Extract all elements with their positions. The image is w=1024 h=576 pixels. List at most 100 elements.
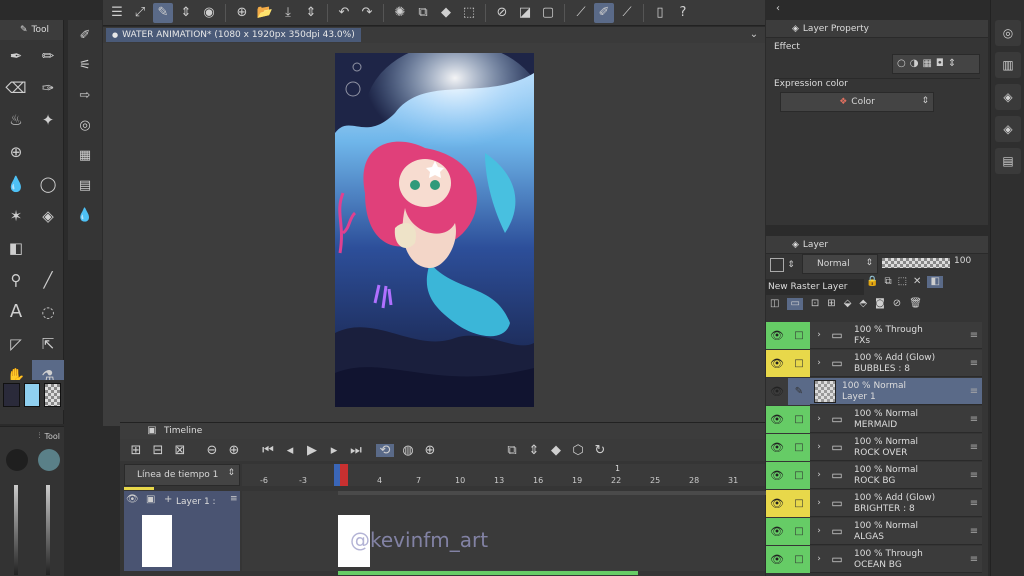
new-file-icon[interactable]: ⊕ xyxy=(232,3,252,23)
blend-mode-select[interactable]: Normal ⇕ xyxy=(802,254,878,274)
timeline-selector[interactable]: Línea de tiempo 1 ⇕ xyxy=(124,464,240,486)
brush-size-slider[interactable] xyxy=(14,485,18,575)
layer-menu-icon[interactable]: ≡ xyxy=(968,490,980,517)
layer-row[interactable]: 👁 □ › ▭ 100 % Normal ALGAS ≡ xyxy=(766,518,982,545)
line-icon[interactable]: ╱ xyxy=(32,264,64,296)
chevron-right-icon[interactable]: › xyxy=(814,518,824,545)
opacity-slider[interactable] xyxy=(46,485,50,575)
eye-icon[interactable]: 👁 xyxy=(766,378,788,405)
edit-pen-icon[interactable]: ✎ xyxy=(788,378,810,405)
undo-icon[interactable]: ↶ xyxy=(334,3,354,23)
circle-tool-icon[interactable]: ◎ xyxy=(68,110,102,140)
eraser-icon[interactable]: ⌫ xyxy=(0,72,32,104)
blank-tool[interactable] xyxy=(32,232,64,264)
sparkle-icon[interactable]: ✦ xyxy=(32,104,64,136)
layer-color-icon[interactable]: ◘ xyxy=(936,59,944,69)
blend-icon[interactable]: 💧 xyxy=(0,168,32,200)
eye-icon[interactable]: 👁 xyxy=(126,495,139,505)
frame-ruler[interactable]: -6-31471013161922252831 1 xyxy=(242,464,774,486)
play-icon[interactable]: ▶ xyxy=(304,444,320,457)
speech-balloon-icon[interactable]: ◌ xyxy=(32,296,64,328)
collapse-icon[interactable]: ‹ xyxy=(770,2,786,16)
artwork-canvas[interactable] xyxy=(335,53,534,407)
sync-icon[interactable]: ↻ xyxy=(592,444,608,457)
split-icon[interactable]: ◫ xyxy=(770,298,779,310)
playhead-marker[interactable] xyxy=(340,464,348,486)
layer-row[interactable]: 👁 □ › ▭ 100 % Add (Glow) BUBBLES : 8 ≡ xyxy=(766,350,982,377)
document-tab[interactable]: ● WATER ANIMATION* (1080 x 1920px 350dpi… xyxy=(106,28,361,42)
selection-border-icon[interactable]: ▢ xyxy=(538,3,558,23)
layer-menu-icon[interactable]: ≡ xyxy=(968,378,980,405)
layer-select-checkbox[interactable]: □ xyxy=(788,350,810,377)
open-folder-icon[interactable]: 📂 xyxy=(255,3,275,23)
layer-color-box[interactable] xyxy=(770,258,784,272)
lasso-icon[interactable]: ◯ xyxy=(32,168,64,200)
help-icon[interactable]: ? xyxy=(673,3,693,23)
pen-icon[interactable]: ✒ xyxy=(0,40,32,72)
draft-icon[interactable]: ✕ xyxy=(913,276,921,288)
expression-color-select[interactable]: ❖ Color ⇕ xyxy=(780,92,934,112)
arrow-right-icon[interactable]: ⇨ xyxy=(68,80,102,110)
next-frame-icon[interactable]: ▸ xyxy=(326,444,342,457)
delete-icon[interactable]: 🗑 xyxy=(909,298,922,310)
layer-row[interactable]: 👁 □ › ▭ 100 % Normal ROCK BG ≡ xyxy=(766,462,982,489)
layer-select-checkbox[interactable]: □ xyxy=(788,322,810,349)
eye-icon[interactable]: 👁 xyxy=(766,406,788,433)
tween-icon[interactable]: ⬡ xyxy=(570,444,586,457)
redo-icon[interactable]: ↷ xyxy=(357,3,377,23)
device-icon[interactable]: ▯ xyxy=(650,3,670,23)
apply-mask-icon[interactable]: ⊘ xyxy=(893,298,901,310)
sub-view-icon[interactable]: ▥ xyxy=(995,52,1021,78)
color-circle-dark[interactable] xyxy=(6,449,28,471)
mask-icon[interactable]: ◙ xyxy=(875,298,885,310)
layer-row[interactable]: 👁 □ › ▭ 100 % Add (Glow) BRIGHTER : 8 ≡ xyxy=(766,490,982,517)
reference-icon[interactable]: ⬚ xyxy=(898,276,907,288)
magic-wand-icon[interactable]: ✶ xyxy=(0,200,32,232)
lock-icon[interactable]: 🔒 xyxy=(866,276,878,288)
eye-icon[interactable]: 👁 xyxy=(766,322,788,349)
layer-select-checkbox[interactable]: □ xyxy=(788,518,810,545)
layer-mask-icon[interactable]: ◧ xyxy=(927,276,943,288)
globe-icon[interactable]: ⊕ xyxy=(0,136,32,168)
transparent-color-swatch[interactable] xyxy=(44,383,62,407)
opacity-value[interactable]: 100 xyxy=(954,256,971,266)
eye-icon[interactable]: 👁 xyxy=(766,434,788,461)
opacity-slider[interactable] xyxy=(882,258,950,268)
brush-snap-icon[interactable]: ✐ xyxy=(594,2,614,23)
layer-menu-icon[interactable]: ≡ xyxy=(968,546,980,573)
fit-screen-icon[interactable]: ⤢ xyxy=(130,3,150,23)
layer-select-checkbox[interactable]: □ xyxy=(788,490,810,517)
chevron-right-icon[interactable]: › xyxy=(814,546,824,573)
cel-copy-icon[interactable]: ⧉ xyxy=(504,444,520,457)
onion-skin-icon[interactable]: ◍ xyxy=(400,444,416,457)
zoom-in-icon[interactable]: ⊕ xyxy=(226,444,242,457)
preview-icon[interactable]: ◉ xyxy=(199,3,219,23)
layer-menu-icon[interactable]: ≡ xyxy=(968,322,980,349)
navigator-icon[interactable]: ◎ xyxy=(995,20,1021,46)
layer-row[interactable]: 👁 ✎ 100 % Normal Layer 1 ≡ xyxy=(766,378,982,405)
add-cel-icon[interactable]: ⊕ xyxy=(422,444,438,457)
timeline-layer-row[interactable]: 👁 ▣ + Layer 1 : ≡ xyxy=(124,491,240,571)
layer-menu-icon[interactable]: ≡ xyxy=(968,434,980,461)
layer-select-checkbox[interactable]: □ xyxy=(788,546,810,573)
chevron-updown-icon[interactable]: ⇕ xyxy=(948,59,956,69)
transform-icon[interactable]: ⬚ xyxy=(459,3,479,23)
layer-search-icon[interactable]: ◈ xyxy=(995,84,1021,110)
first-frame-icon[interactable]: ⏮ xyxy=(260,444,276,457)
fill-bucket-icon[interactable]: ◈ xyxy=(32,200,64,232)
layer-row[interactable]: 👁 □ › ▭ 100 % Through FXs ≡ xyxy=(766,322,982,349)
loop-icon[interactable]: ⟲ xyxy=(376,443,394,457)
chevron-right-icon[interactable]: › xyxy=(814,406,824,433)
chevron-right-icon[interactable]: › xyxy=(814,462,824,489)
layer-row[interactable]: 👁 □ › ▭ 100 % Normal ROCK OVER ≡ xyxy=(766,434,982,461)
timeline-settings-icon[interactable]: ⊠ xyxy=(172,444,188,457)
new-folder-icon[interactable]: ⊞ xyxy=(827,298,835,310)
edit-timeline-icon[interactable]: ⊟ xyxy=(150,444,166,457)
snap-special-ruler-icon[interactable]: ⟋ xyxy=(617,3,637,23)
chevron-updown-icon[interactable]: ⇕ xyxy=(301,3,321,23)
plus-icon[interactable]: + xyxy=(164,495,172,505)
snap-ruler-icon[interactable]: ⟋ xyxy=(571,3,591,23)
chevron-updown-icon[interactable]: ⇕ xyxy=(176,3,196,23)
pencil-icon[interactable]: ✏ xyxy=(32,40,64,72)
border-effect-icon[interactable]: ○ xyxy=(897,59,906,69)
